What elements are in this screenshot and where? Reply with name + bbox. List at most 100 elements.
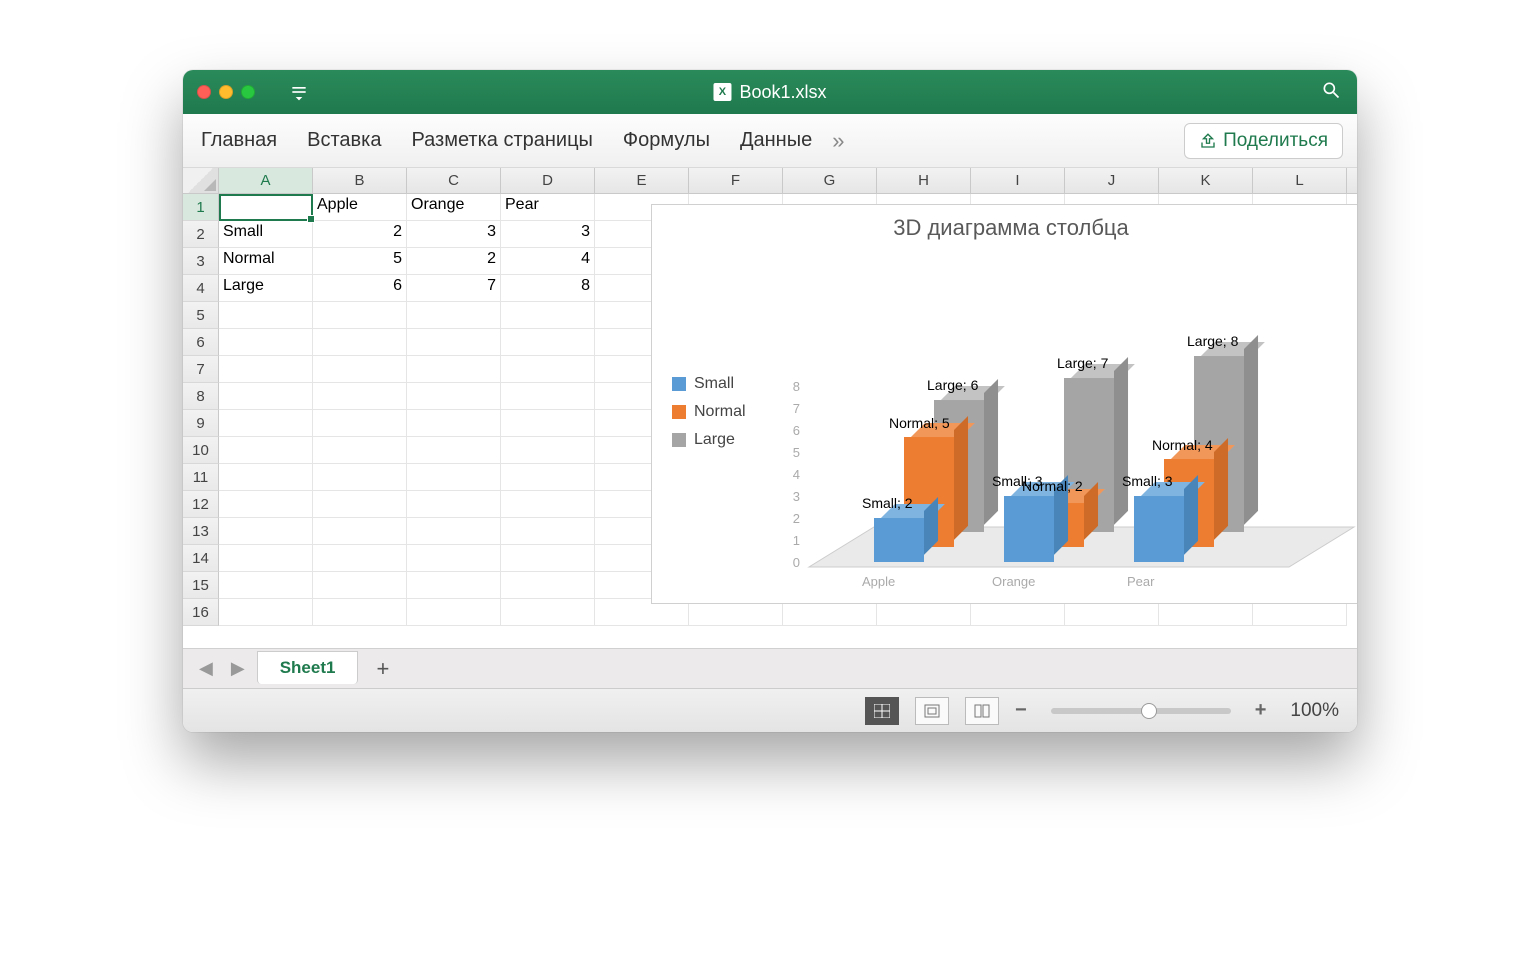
maximize-icon[interactable] xyxy=(241,85,255,99)
cell[interactable] xyxy=(501,518,595,545)
cell[interactable] xyxy=(501,356,595,383)
search-button[interactable] xyxy=(1321,80,1341,105)
legend-item-normal[interactable]: Normal xyxy=(672,403,746,421)
legend-item-small[interactable]: Small xyxy=(672,375,746,393)
cell-A1[interactable] xyxy=(219,194,313,221)
tab-home[interactable]: Главная xyxy=(201,129,277,152)
tab-formulas[interactable]: Формулы xyxy=(623,129,710,152)
cell[interactable] xyxy=(313,464,407,491)
row-header-12[interactable]: 12 xyxy=(183,491,219,518)
row-header-8[interactable]: 8 xyxy=(183,383,219,410)
fill-handle[interactable] xyxy=(307,215,315,223)
cell[interactable] xyxy=(407,329,501,356)
tab-insert[interactable]: Вставка xyxy=(307,129,381,152)
view-page-layout-button[interactable] xyxy=(915,697,949,725)
minimize-icon[interactable] xyxy=(219,85,233,99)
row-header-2[interactable]: 2 xyxy=(183,221,219,248)
close-icon[interactable] xyxy=(197,85,211,99)
chart-plot-area[interactable]: 0 1 2 3 4 5 6 7 8 xyxy=(782,255,1357,585)
cell-D1[interactable]: Pear xyxy=(501,194,595,221)
bar-small-orange[interactable] xyxy=(1004,496,1054,562)
zoom-in-button[interactable]: + xyxy=(1255,699,1267,722)
cell[interactable] xyxy=(407,545,501,572)
cell[interactable] xyxy=(219,302,313,329)
share-button[interactable]: Поделиться xyxy=(1184,123,1343,159)
cell[interactable] xyxy=(407,518,501,545)
cell[interactable] xyxy=(313,599,407,626)
cell[interactable] xyxy=(501,545,595,572)
cell[interactable] xyxy=(219,383,313,410)
cell[interactable] xyxy=(313,518,407,545)
col-header-L[interactable]: L xyxy=(1253,168,1347,193)
bar-small-pear[interactable] xyxy=(1134,496,1184,562)
sheet-tab-active[interactable]: Sheet1 xyxy=(257,651,359,684)
cell-C1[interactable]: Orange xyxy=(407,194,501,221)
cell-D4[interactable]: 8 xyxy=(501,275,595,302)
col-header-F[interactable]: F xyxy=(689,168,783,193)
view-page-break-button[interactable] xyxy=(965,697,999,725)
cell[interactable] xyxy=(219,518,313,545)
cell[interactable] xyxy=(501,599,595,626)
chart-legend[interactable]: Small Normal Large xyxy=(672,375,746,459)
row-header-6[interactable]: 6 xyxy=(183,329,219,356)
cell[interactable] xyxy=(501,410,595,437)
cell[interactable] xyxy=(219,572,313,599)
cell[interactable] xyxy=(501,572,595,599)
add-sheet-button[interactable]: + xyxy=(376,656,389,682)
bar-small-apple[interactable] xyxy=(874,518,924,562)
cell-A2[interactable]: Small xyxy=(219,221,313,248)
cell-A3[interactable]: Normal xyxy=(219,248,313,275)
col-header-D[interactable]: D xyxy=(501,168,595,193)
cell[interactable] xyxy=(313,491,407,518)
col-header-B[interactable]: B xyxy=(313,168,407,193)
cell-B2[interactable]: 2 xyxy=(313,221,407,248)
row-header-1[interactable]: 1 xyxy=(183,194,219,221)
cell[interactable] xyxy=(313,302,407,329)
row-header-16[interactable]: 16 xyxy=(183,599,219,626)
cell[interactable] xyxy=(219,464,313,491)
cell[interactable] xyxy=(313,545,407,572)
zoom-percent[interactable]: 100% xyxy=(1290,700,1339,722)
select-all-corner[interactable] xyxy=(183,168,219,193)
cell[interactable] xyxy=(313,437,407,464)
cell-D2[interactable]: 3 xyxy=(501,221,595,248)
customize-qat-icon[interactable] xyxy=(289,82,309,102)
col-header-C[interactable]: C xyxy=(407,168,501,193)
cell[interactable] xyxy=(407,302,501,329)
prev-sheet-icon[interactable]: ◀ xyxy=(193,658,219,679)
cell[interactable] xyxy=(407,410,501,437)
zoom-slider[interactable] xyxy=(1051,708,1231,714)
row-header-4[interactable]: 4 xyxy=(183,275,219,302)
cell[interactable] xyxy=(407,356,501,383)
cell[interactable] xyxy=(407,437,501,464)
cell[interactable] xyxy=(219,437,313,464)
cells[interactable]: Apple Orange Pear Small 2 3 3 Normal 5 2… xyxy=(219,194,1357,648)
col-header-H[interactable]: H xyxy=(877,168,971,193)
zoom-out-button[interactable]: − xyxy=(1015,699,1027,722)
row-header-7[interactable]: 7 xyxy=(183,356,219,383)
cell-C2[interactable]: 3 xyxy=(407,221,501,248)
cell[interactable] xyxy=(501,329,595,356)
row-header-3[interactable]: 3 xyxy=(183,248,219,275)
cell-B4[interactable]: 6 xyxy=(313,275,407,302)
legend-item-large[interactable]: Large xyxy=(672,431,746,449)
row-header-15[interactable]: 15 xyxy=(183,572,219,599)
cell[interactable] xyxy=(501,437,595,464)
chart-title[interactable]: 3D диаграмма столбца xyxy=(652,215,1357,241)
tab-page-layout[interactable]: Разметка страницы xyxy=(411,129,592,152)
row-header-13[interactable]: 13 xyxy=(183,518,219,545)
row-header-9[interactable]: 9 xyxy=(183,410,219,437)
cell[interactable] xyxy=(407,572,501,599)
cell-B1[interactable]: Apple xyxy=(313,194,407,221)
next-sheet-icon[interactable]: ▶ xyxy=(225,658,251,679)
cell[interactable] xyxy=(501,464,595,491)
cell[interactable] xyxy=(407,464,501,491)
cell[interactable] xyxy=(219,491,313,518)
view-normal-button[interactable] xyxy=(865,697,899,725)
col-header-K[interactable]: K xyxy=(1159,168,1253,193)
cell[interactable] xyxy=(501,491,595,518)
col-header-J[interactable]: J xyxy=(1065,168,1159,193)
row-header-14[interactable]: 14 xyxy=(183,545,219,572)
row-header-5[interactable]: 5 xyxy=(183,302,219,329)
col-header-E[interactable]: E xyxy=(595,168,689,193)
